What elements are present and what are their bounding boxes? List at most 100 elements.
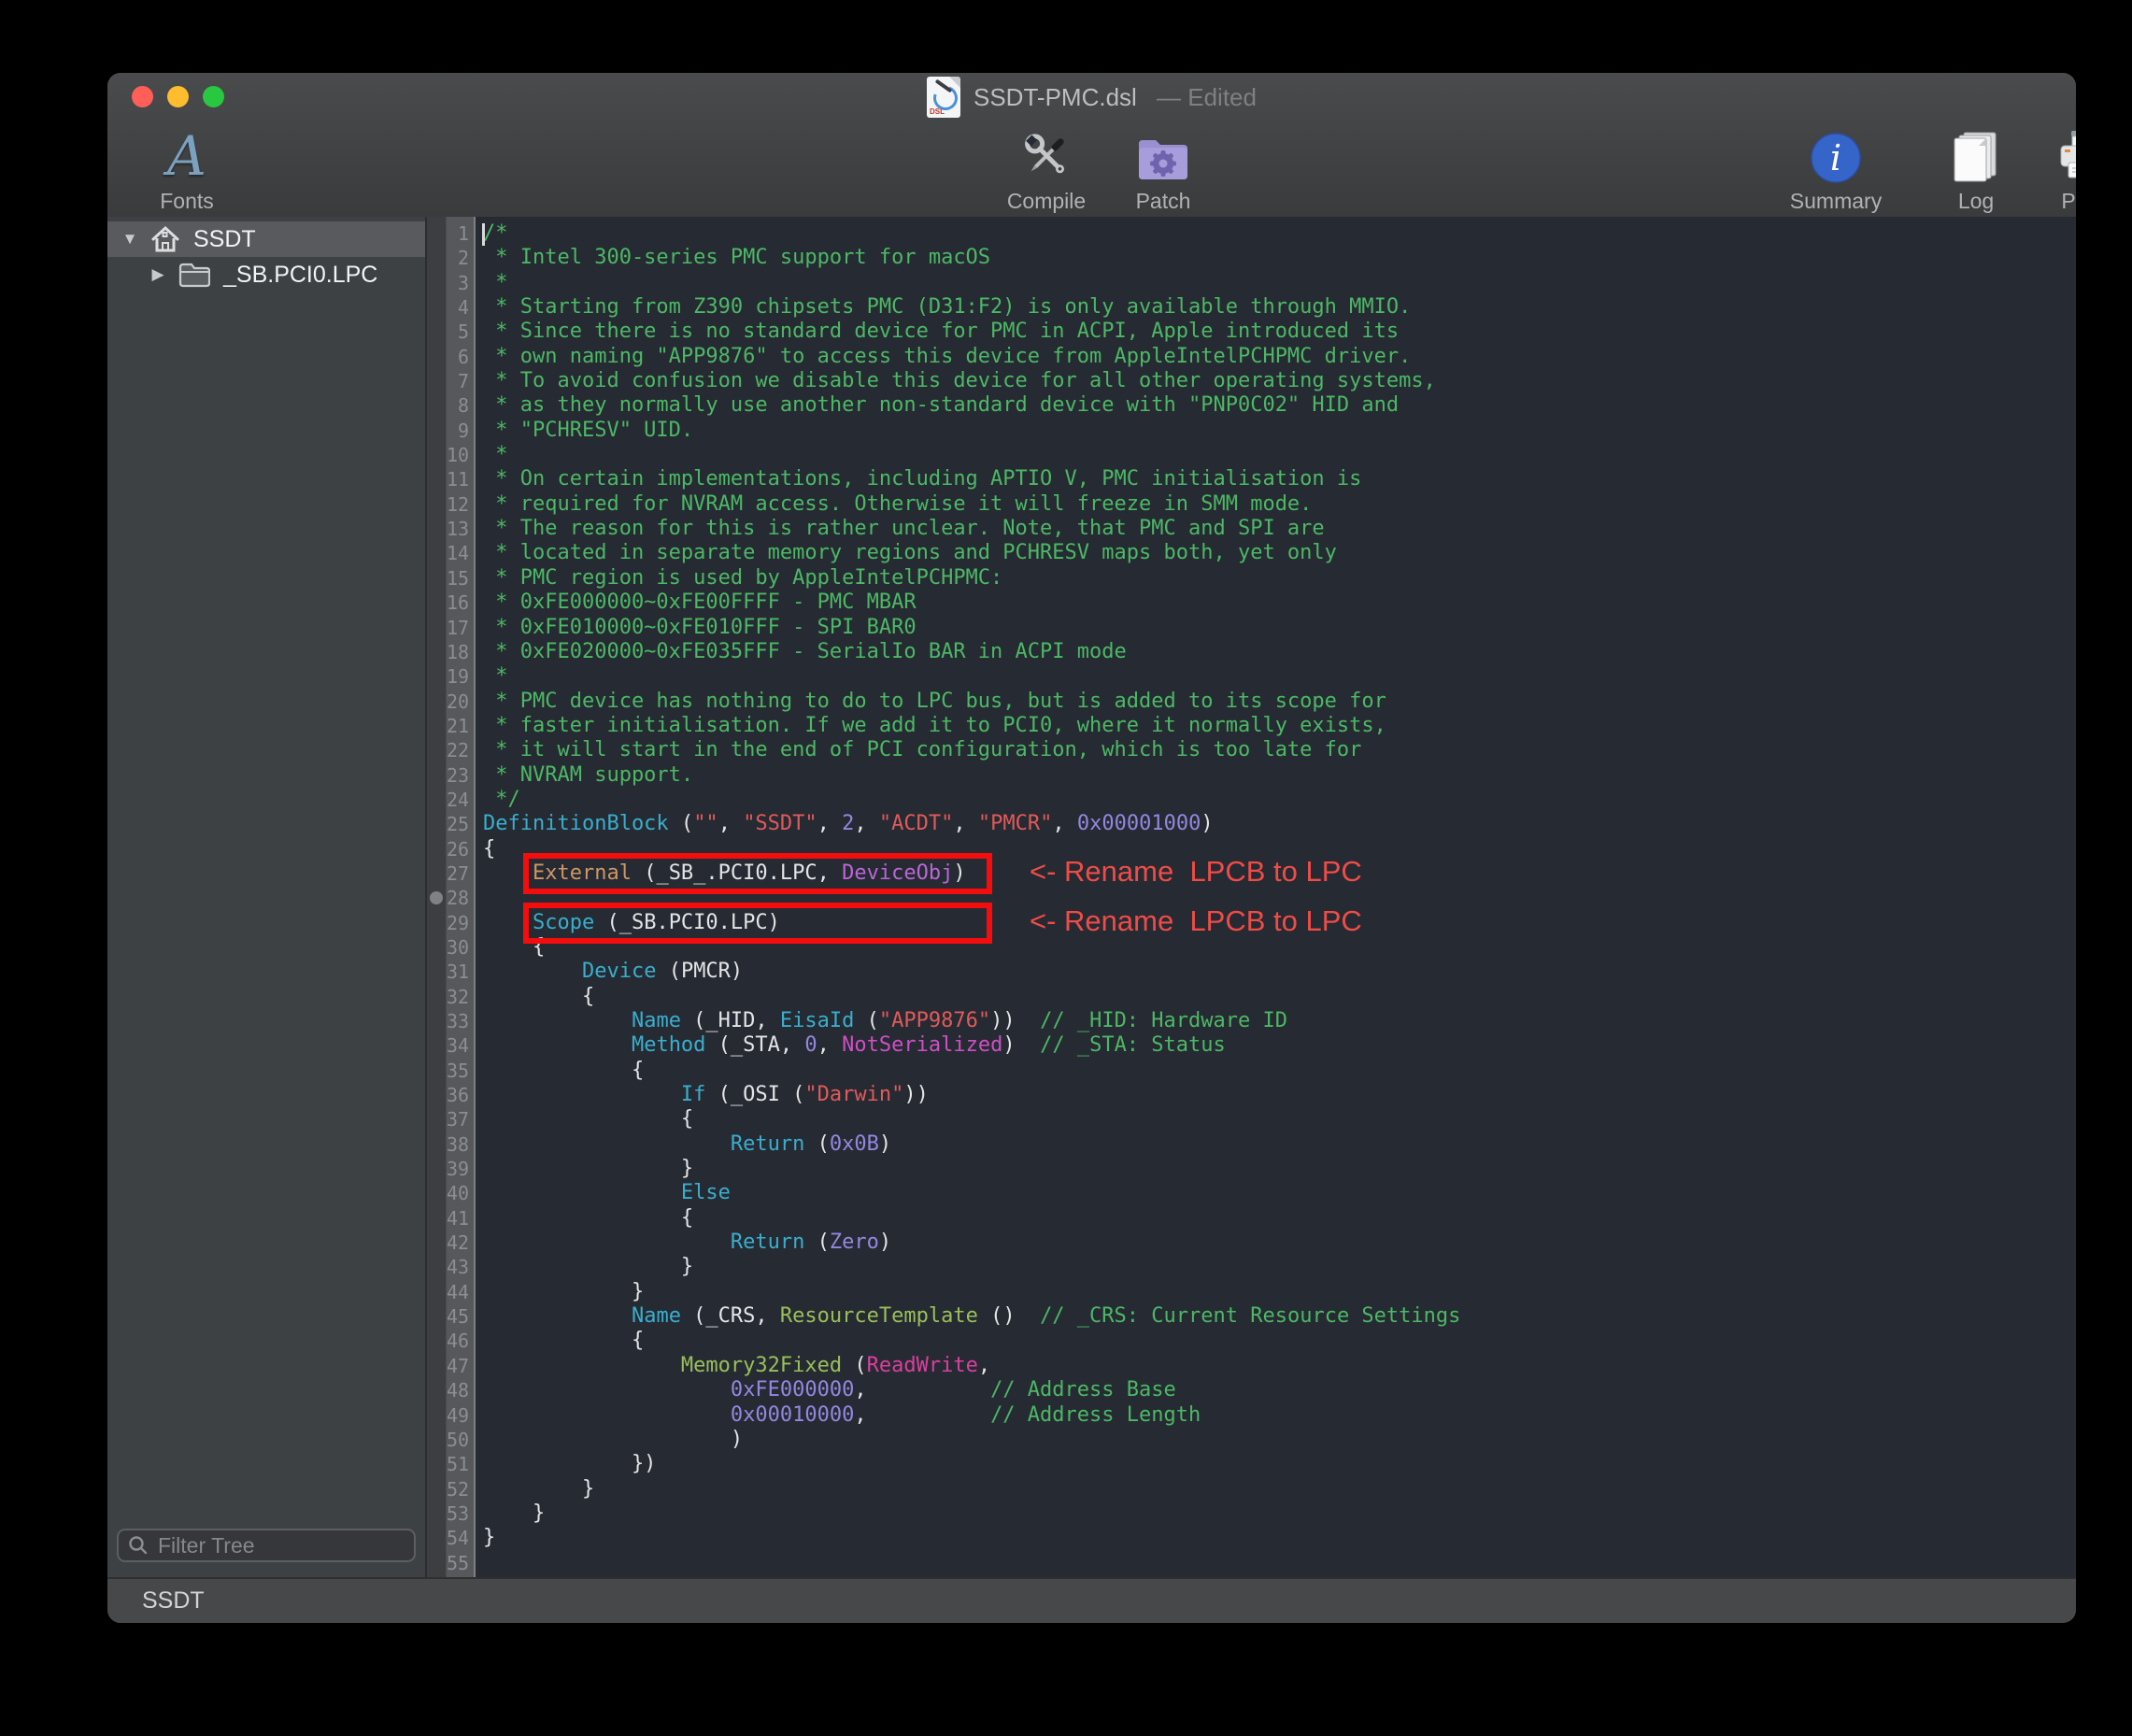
print-button[interactable]: Print bbox=[2032, 129, 2076, 214]
code-line: 0x00010000, // Address Length bbox=[483, 1403, 2076, 1428]
code-line: 0xFE000000, // Address Base bbox=[483, 1378, 2076, 1402]
code-line: * Since there is no standard device for … bbox=[483, 320, 2076, 344]
line-number: 6 bbox=[447, 345, 474, 369]
code-lines[interactable]: /* * Intel 300-series PMC support for ma… bbox=[477, 217, 2076, 1579]
code-line: { bbox=[483, 1206, 2076, 1231]
window-title-group: DSL SSDT-PMC.dsl — Edited bbox=[107, 73, 2076, 121]
line-number: 21 bbox=[447, 714, 474, 738]
code-line: * "PCHRESV" UID. bbox=[483, 419, 2076, 443]
line-number: 40 bbox=[447, 1181, 474, 1205]
line-number: 25 bbox=[447, 812, 474, 836]
house-icon bbox=[150, 225, 180, 253]
line-number: 26 bbox=[447, 837, 474, 861]
code-line: Else bbox=[483, 1181, 2076, 1205]
code-line: * PMC device has nothing to do to LPC bu… bbox=[483, 690, 2076, 714]
code-line: * NVRAM support. bbox=[483, 763, 2076, 788]
sidebar-item-ssdt[interactable]: ▼ SSDT bbox=[107, 221, 425, 257]
line-number: 3 bbox=[447, 271, 474, 295]
line-number: 41 bbox=[447, 1206, 474, 1231]
filter-tree-field[interactable] bbox=[117, 1529, 416, 1562]
line-number: 27 bbox=[447, 861, 474, 886]
disclosure-collapsed-icon[interactable]: ▶ bbox=[149, 265, 167, 284]
line-number: 30 bbox=[447, 935, 474, 960]
line-number: 39 bbox=[447, 1157, 474, 1181]
fonts-icon: A bbox=[167, 129, 206, 183]
toolbar: A Fonts bbox=[107, 121, 2076, 215]
code-line: Return (0x0B) bbox=[483, 1132, 2076, 1157]
code-line: * 0xFE000000~0xFE00FFFF - PMC MBAR bbox=[483, 591, 2076, 615]
rename-annotation: <- Rename LPCB to LPC bbox=[1030, 904, 1362, 938]
line-number: 51 bbox=[447, 1452, 474, 1476]
line-number: 18 bbox=[447, 640, 474, 664]
line-number: 38 bbox=[447, 1132, 474, 1157]
svg-text:i: i bbox=[1830, 137, 1841, 178]
compile-icon bbox=[1019, 129, 1073, 183]
log-button[interactable]: Log bbox=[1925, 129, 2027, 214]
code-line: * located in separate memory regions and… bbox=[483, 541, 2076, 565]
line-number: 7 bbox=[447, 369, 474, 393]
code-line: Return (Zero) bbox=[483, 1231, 2076, 1255]
sidebar-item-sb-pci0-lpc[interactable]: ▶ _SB.PCI0.LPC bbox=[107, 257, 425, 292]
status-selection-label: SSDT bbox=[142, 1587, 205, 1615]
rename-annotation: <- Rename LPCB to LPC bbox=[1030, 855, 1362, 889]
compile-button[interactable]: Compile bbox=[981, 129, 1112, 214]
code-line: * 0xFE020000~0xFE035FFF - SerialIo BAR i… bbox=[483, 640, 2076, 664]
window-chrome: DSL SSDT-PMC.dsl — Edited A Fonts bbox=[107, 73, 2076, 219]
code-line: * it will start in the end of PCI config… bbox=[483, 738, 2076, 762]
line-number: 1 bbox=[447, 221, 474, 246]
code-line: } bbox=[483, 1255, 2076, 1279]
line-number: 50 bbox=[447, 1428, 474, 1452]
code-line: { bbox=[483, 1329, 2076, 1353]
folder-icon bbox=[178, 262, 210, 288]
line-number: 4 bbox=[447, 295, 474, 320]
line-number: 20 bbox=[447, 690, 474, 714]
line-number: 13 bbox=[447, 517, 474, 541]
summary-button[interactable]: i Summary bbox=[1761, 129, 1911, 214]
rename-highlight-box bbox=[523, 853, 992, 894]
window-title: SSDT-PMC.dsl bbox=[974, 83, 1137, 112]
code-line: ) bbox=[483, 1428, 2076, 1452]
line-number: 16 bbox=[447, 591, 474, 615]
code-line: } bbox=[483, 1501, 2076, 1526]
code-line: * 0xFE010000~0xFE010FFF - SPI BAR0 bbox=[483, 616, 2076, 640]
line-number: 37 bbox=[447, 1107, 474, 1131]
text-caret bbox=[482, 223, 485, 246]
line-number: 34 bbox=[447, 1033, 474, 1058]
line-number: 12 bbox=[447, 492, 474, 517]
fonts-button[interactable]: A Fonts bbox=[126, 129, 248, 214]
line-number: 44 bbox=[447, 1280, 474, 1304]
code-line bbox=[483, 1551, 2076, 1575]
maciasl-window: DSL SSDT-PMC.dsl — Edited A Fonts bbox=[107, 73, 2076, 1623]
titlebar: DSL SSDT-PMC.dsl — Edited bbox=[107, 73, 2076, 121]
code-line: Name (_CRS, ResourceTemplate () // _CRS:… bbox=[483, 1304, 2076, 1329]
code-editor[interactable]: 1234567891011121314151617181920212223242… bbox=[427, 217, 2076, 1579]
code-line: Name (_HID, EisaId ("APP9876")) // _HID:… bbox=[483, 1009, 2076, 1033]
code-line: DefinitionBlock ("", "SSDT", 2, "ACDT", … bbox=[483, 812, 2076, 836]
code-line: * On certain implementations, including … bbox=[483, 467, 2076, 491]
line-number: 43 bbox=[447, 1255, 474, 1279]
line-number: 53 bbox=[447, 1501, 474, 1526]
disclosure-expanded-icon[interactable]: ▼ bbox=[121, 230, 139, 249]
line-number: 8 bbox=[447, 393, 474, 418]
patch-button[interactable]: Patch bbox=[1112, 129, 1215, 214]
document-icon: DSL bbox=[927, 77, 960, 118]
line-number: 48 bbox=[447, 1378, 474, 1402]
code-line: } bbox=[483, 1280, 2076, 1304]
code-line: * bbox=[483, 664, 2076, 689]
status-bar: SSDT bbox=[107, 1577, 2076, 1623]
code-line: * own naming "APP9876" to access this de… bbox=[483, 345, 2076, 369]
search-icon bbox=[128, 1535, 149, 1556]
line-number: 35 bbox=[447, 1059, 474, 1083]
line-number: 29 bbox=[447, 911, 474, 935]
line-number: 22 bbox=[447, 738, 474, 762]
code-line: * The reason for this is rather unclear.… bbox=[483, 517, 2076, 541]
line-number-gutter: 1234567891011121314151617181920212223242… bbox=[447, 217, 476, 1579]
code-line: } bbox=[483, 1477, 2076, 1501]
code-line: If (_OSI ("Darwin")) bbox=[483, 1083, 2076, 1107]
code-line: { bbox=[483, 1107, 2076, 1131]
code-line: Device (PMCR) bbox=[483, 960, 2076, 984]
filter-tree-input[interactable] bbox=[156, 1532, 436, 1559]
code-line: { bbox=[483, 1059, 2076, 1083]
patch-icon bbox=[1135, 129, 1191, 183]
code-line: /* bbox=[483, 221, 2076, 246]
